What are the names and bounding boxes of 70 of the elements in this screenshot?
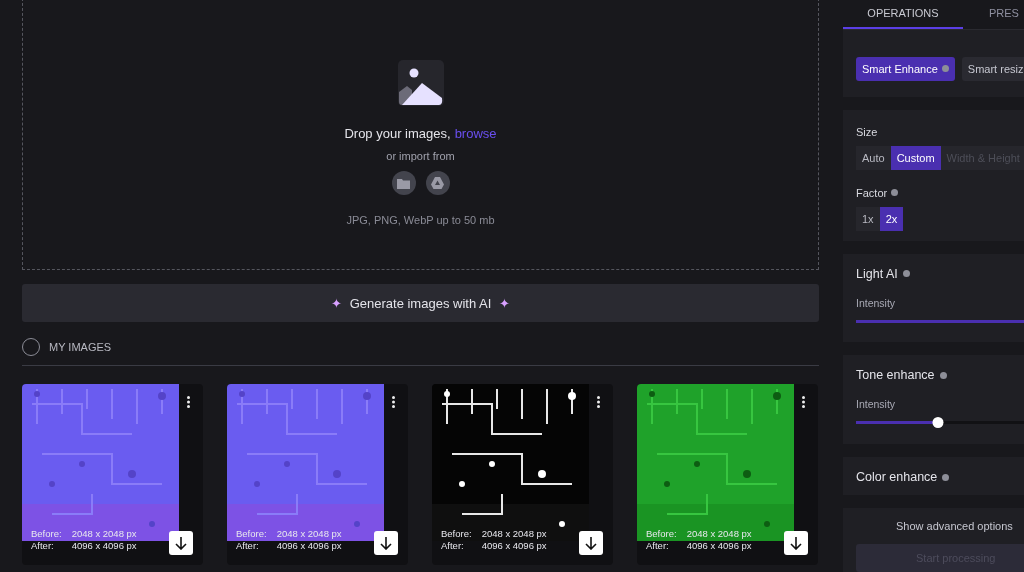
- before-size: 2048 x 2048 px: [71, 528, 137, 540]
- info-icon[interactable]: [939, 371, 947, 379]
- after-size: 4096 x 4096 px: [276, 540, 342, 552]
- before-size: 2048 x 2048 px: [686, 528, 752, 540]
- download-button[interactable]: [169, 531, 193, 555]
- download-button[interactable]: [579, 531, 603, 555]
- advanced-options-link[interactable]: Show advanced options: [856, 520, 1011, 532]
- generate-button[interactable]: ✦ Generate images with AI ✦: [22, 284, 819, 322]
- kebab-icon: [187, 396, 190, 408]
- before-label: Before:: [441, 528, 472, 540]
- tab[interactable]: OPERATIONS: [843, 0, 963, 29]
- after-size: 4096 x 4096 px: [686, 540, 752, 552]
- triangle-icon: [431, 177, 444, 189]
- download-icon: [380, 536, 392, 550]
- intensity-slider[interactable]: [856, 319, 1024, 323]
- download-icon: [790, 536, 802, 550]
- after-size: 4096 x 4096 px: [481, 540, 547, 552]
- image-card[interactable]: Before: 2048 x 2048 px After: 4096 x 4096 px: [432, 384, 613, 565]
- folder-icon: [397, 177, 410, 189]
- slider-label: Intensity: [856, 296, 897, 309]
- after-label: After:: [441, 540, 465, 552]
- before-label: Before:: [236, 528, 267, 540]
- more-button[interactable]: [392, 396, 395, 408]
- image-card[interactable]: Before: 2048 x 2048 px After: 4096 x 4096 px: [637, 384, 818, 565]
- download-icon: [585, 536, 597, 550]
- after-label: After:: [236, 540, 260, 552]
- image-card[interactable]: Before: 2048 x 2048 px After: 4096 x 4096 px: [22, 384, 203, 565]
- factor-option[interactable]: 2x: [879, 206, 904, 231]
- download-icon: [175, 536, 187, 550]
- kebab-icon: [597, 396, 600, 408]
- download-button[interactable]: [374, 531, 398, 555]
- before-label: Before:: [646, 528, 677, 540]
- before-size: 2048 x 2048 px: [481, 528, 547, 540]
- import-label: or import from: [386, 150, 455, 162]
- folder-button[interactable]: [391, 171, 416, 195]
- info-icon[interactable]: [902, 270, 910, 278]
- section-title: MY IMAGES: [49, 341, 112, 353]
- section-title: Light AI: [856, 266, 898, 281]
- tab[interactable]: PRES: [989, 0, 1019, 29]
- after-label: After:: [646, 540, 670, 552]
- slider-handle[interactable]: [932, 417, 944, 429]
- size-option[interactable]: Auto: [856, 145, 891, 170]
- upload-dropzone[interactable]: Drop your images, browse or import from JPG, PNG, WebP up to 50 mb: [22, 0, 819, 270]
- mode-chip[interactable]: Smart Enhance: [856, 56, 955, 81]
- drop-prompt: Drop your images,: [344, 126, 451, 141]
- after-size: 4096 x 4096 px: [71, 540, 137, 552]
- more-button[interactable]: [597, 396, 600, 408]
- after-label: After:: [31, 540, 55, 552]
- mode-chip[interactable]: Smart resiz: [961, 56, 1024, 81]
- info-icon[interactable]: [942, 473, 950, 481]
- info-icon[interactable]: [941, 65, 949, 73]
- section-title: Tone enhance: [856, 368, 935, 383]
- section-title: Color enhance: [856, 470, 938, 485]
- slider-label: Intensity: [856, 398, 897, 411]
- kebab-icon: [392, 396, 395, 408]
- size-label: Size: [856, 125, 879, 138]
- factor-option[interactable]: 1x: [856, 206, 880, 231]
- size-option[interactable]: Custom: [890, 145, 941, 170]
- image-icon: [397, 60, 444, 106]
- more-button[interactable]: [187, 396, 190, 408]
- drive-button[interactable]: [425, 171, 450, 195]
- more-button[interactable]: [802, 396, 805, 408]
- before-size: 2048 x 2048 px: [276, 528, 342, 540]
- kebab-icon: [802, 396, 805, 408]
- before-label: Before:: [31, 528, 62, 540]
- download-button[interactable]: [784, 531, 808, 555]
- image-card[interactable]: Before: 2048 x 2048 px After: 4096 x 4096 px: [227, 384, 408, 565]
- format-hint: JPG, PNG, WebP up to 50 mb: [346, 214, 495, 226]
- info-icon[interactable]: [891, 189, 899, 197]
- factor-label: Factor: [856, 186, 888, 199]
